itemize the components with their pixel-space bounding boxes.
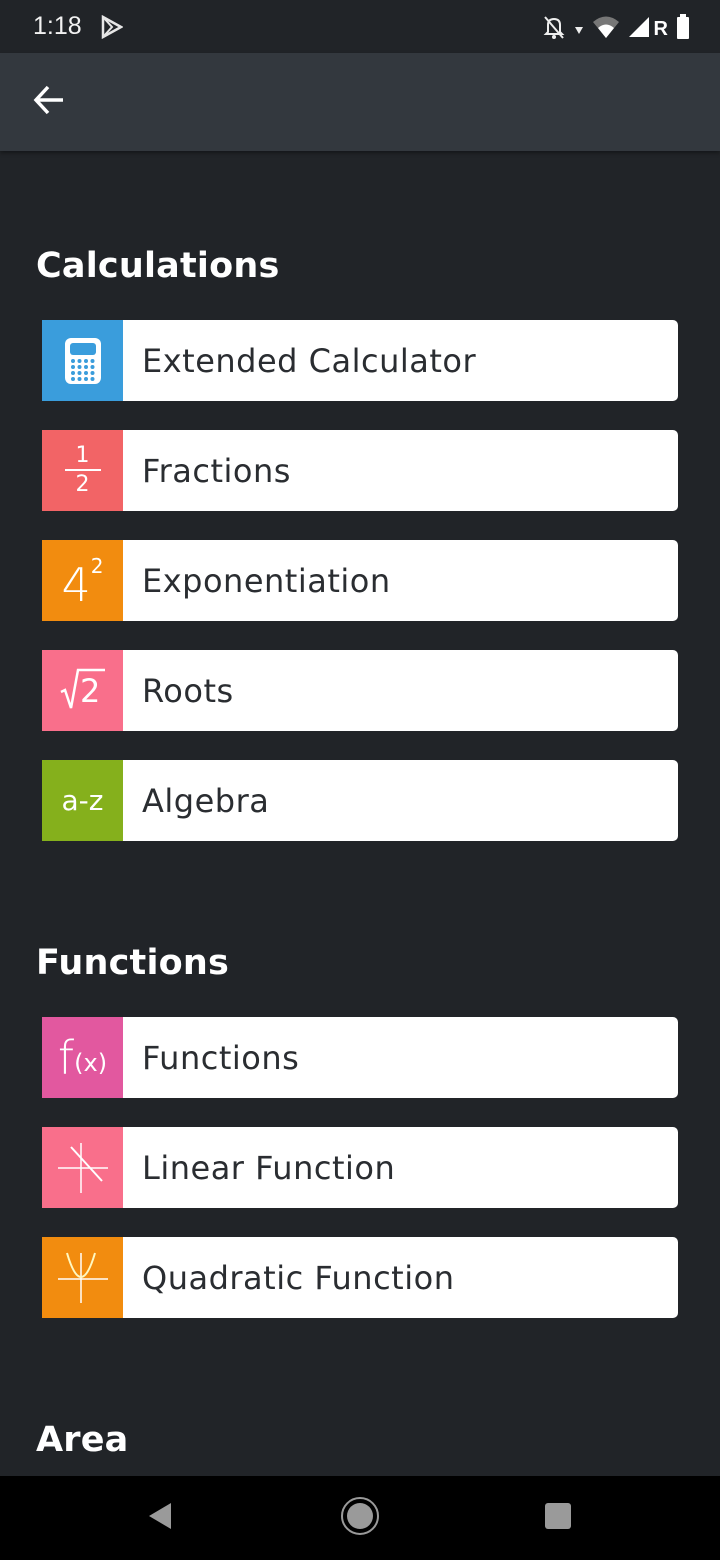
section-title-calculations: Calculations bbox=[36, 246, 280, 286]
data-arrow-icon bbox=[574, 20, 584, 39]
menu-item-exponentiation[interactable]: 4 2 Exponentiation bbox=[42, 540, 678, 621]
battery-icon bbox=[676, 14, 690, 44]
parabola-graph-icon bbox=[42, 1237, 123, 1318]
menu-item-linear-function[interactable]: Linear Function bbox=[42, 1127, 678, 1208]
linear-graph-icon bbox=[42, 1127, 123, 1208]
algebra-icon-text: a-z bbox=[61, 784, 104, 817]
function-icon: f (x) bbox=[42, 1017, 123, 1098]
signal-icon bbox=[628, 16, 650, 42]
menu-item-label: Fractions bbox=[142, 451, 291, 490]
menu-item-label: Roots bbox=[142, 671, 234, 710]
nav-home-icon bbox=[340, 1496, 380, 1540]
nav-back-button[interactable] bbox=[138, 1496, 182, 1540]
nav-home-button[interactable] bbox=[338, 1496, 382, 1540]
section-title-area: Area bbox=[36, 1420, 129, 1460]
menu-item-functions[interactable]: f (x) Functions bbox=[42, 1017, 678, 1098]
menu-item-quadratic-function[interactable]: Quadratic Function bbox=[42, 1237, 678, 1318]
exponent-base: 4 bbox=[61, 557, 91, 612]
app-bar bbox=[0, 53, 720, 151]
function-icon-f: f bbox=[57, 1030, 75, 1085]
menu-item-label: Extended Calculator bbox=[142, 341, 477, 380]
fraction-numerator: 1 bbox=[75, 442, 90, 468]
fraction-denominator: 2 bbox=[75, 471, 90, 497]
play-store-icon bbox=[101, 14, 124, 43]
root-radicand: 2 bbox=[80, 672, 101, 710]
fraction-icon: 1 2 bbox=[42, 430, 123, 511]
back-button[interactable] bbox=[22, 79, 76, 125]
menu-item-label: Exponentiation bbox=[142, 561, 391, 600]
algebra-icon: a-z bbox=[42, 760, 123, 841]
arrow-left-icon bbox=[33, 85, 65, 119]
roaming-icon: R bbox=[653, 17, 668, 40]
root-icon: 2 bbox=[42, 650, 123, 731]
status-bar: 1:18 R bbox=[0, 0, 720, 53]
menu-item-extended-calculator[interactable]: Extended Calculator bbox=[42, 320, 678, 401]
status-time: 1:18 bbox=[33, 12, 82, 40]
menu-item-label: Algebra bbox=[142, 781, 270, 820]
nav-recents-button[interactable] bbox=[536, 1496, 580, 1540]
nav-back-icon bbox=[147, 1501, 173, 1535]
system-nav-bar bbox=[0, 1476, 720, 1560]
calculator-icon bbox=[42, 320, 123, 401]
menu-item-fractions[interactable]: 1 2 Fractions bbox=[42, 430, 678, 511]
menu-item-algebra[interactable]: a-z Algebra bbox=[42, 760, 678, 841]
fraction-bar bbox=[64, 468, 101, 471]
menu-item-label: Functions bbox=[142, 1038, 300, 1077]
wifi-icon bbox=[592, 15, 620, 43]
nav-recents-icon bbox=[544, 1502, 572, 1534]
section-title-functions: Functions bbox=[36, 943, 230, 983]
exponent-power: 2 bbox=[90, 554, 104, 578]
menu-item-roots[interactable]: 2 Roots bbox=[42, 650, 678, 731]
menu-item-label: Linear Function bbox=[142, 1148, 396, 1187]
status-icons: R bbox=[542, 14, 690, 44]
menu-item-label: Quadratic Function bbox=[142, 1258, 455, 1297]
notifications-off-icon bbox=[542, 14, 566, 44]
exponent-icon: 4 2 bbox=[42, 540, 123, 621]
function-icon-x: (x) bbox=[74, 1048, 108, 1077]
